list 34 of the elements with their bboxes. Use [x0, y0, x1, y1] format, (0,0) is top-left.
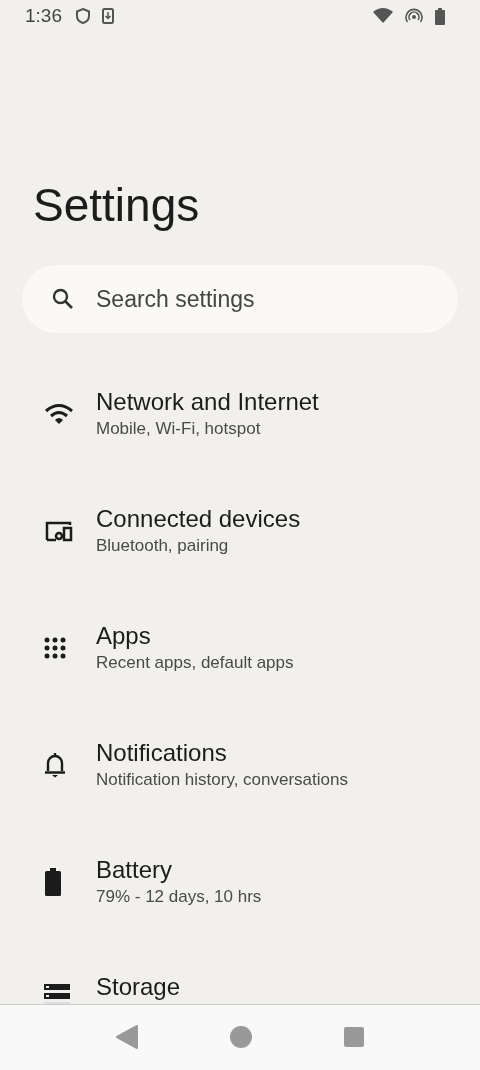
battery-icon [435, 7, 445, 25]
item-subtitle: Mobile, Wi-Fi, hotspot [96, 419, 262, 439]
item-title: Notifications [96, 739, 228, 767]
item-subtitle: Bluetooth, pairing [96, 536, 230, 556]
status-time: 1:36 [25, 5, 62, 27]
hotspot-icon [405, 8, 423, 24]
home-icon[interactable] [230, 1025, 252, 1048]
grid-icon [44, 637, 66, 659]
recents-icon[interactable] [344, 1026, 364, 1047]
item-title: Apps [96, 622, 152, 650]
devices-icon [44, 520, 74, 542]
phone-download-icon [102, 8, 114, 24]
item-subtitle: Recent apps, default apps [96, 653, 294, 673]
item-title: Battery [96, 856, 174, 884]
item-title: Connected devices [96, 505, 301, 533]
settings-item[interactable]: Battery 79% - 12 days, 10 hrs [0, 856, 480, 908]
back-icon[interactable] [116, 1024, 138, 1049]
search-field[interactable]: Search settings [94, 284, 428, 314]
battery-icon [44, 868, 62, 896]
wifi-icon [44, 403, 74, 425]
settings-item[interactable]: Network and Internet Mobile, Wi-Fi, hotspot [0, 388, 480, 440]
search-bar[interactable]: Search settings [22, 265, 458, 333]
item-title: Network and Internet [96, 388, 319, 416]
page-title: Settings [32, 178, 201, 233]
item-title: Storage [96, 973, 181, 1001]
item-subtitle: 79% - 12 days, 10 hrs [96, 887, 262, 907]
bell-icon [44, 751, 66, 779]
item-subtitle: Notification history, conversations [96, 770, 348, 790]
settings-item[interactable]: Apps Recent apps, default apps [0, 622, 480, 674]
wifi-icon [373, 8, 393, 24]
settings-item[interactable]: Connected devices Bluetooth, pairing [0, 505, 480, 557]
search-icon [52, 288, 74, 310]
settings-item[interactable]: Notifications Notification history, conversations [0, 739, 480, 791]
shield-icon [76, 8, 90, 24]
